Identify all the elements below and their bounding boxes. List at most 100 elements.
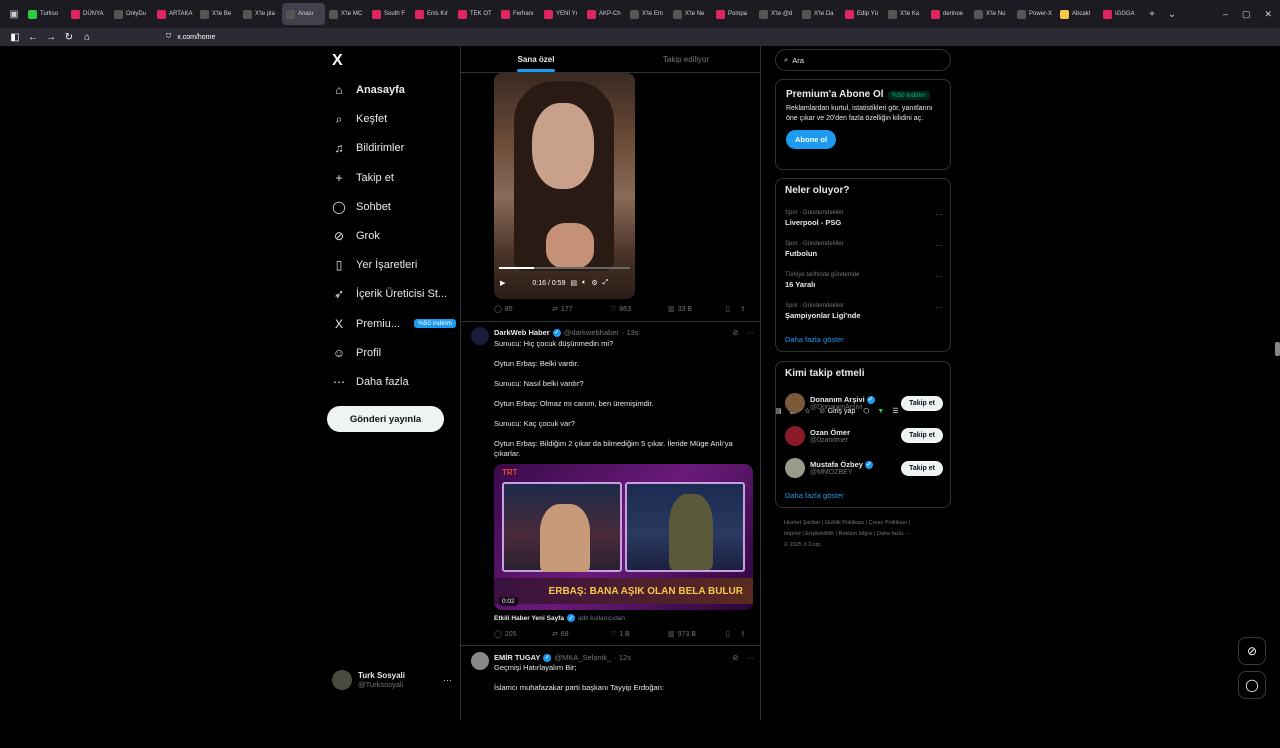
account-switcher[interactable]: Turk Sosyali @Turksosyali ··· [332, 670, 452, 690]
post-button[interactable]: Gönderi yayınla [327, 406, 444, 432]
grok-icon[interactable]: ⊘ [732, 653, 738, 662]
video-player[interactable]: ▶ 0:16 / 0:59 ▤ 🔈︎ ⚙︎ ⤢ [494, 73, 635, 299]
browser-tab[interactable]: X'te Be [196, 3, 239, 25]
share-icon[interactable]: ⇪ [740, 630, 746, 638]
browser-tab[interactable]: X'te Nu [970, 3, 1013, 25]
avatar[interactable] [785, 425, 805, 446]
trend-item[interactable]: Spor · Gündemdekiler Futbolun ··· [785, 241, 943, 258]
nav-item-rocket[interactable]: ➶ İçerik Üreticisi St... [332, 283, 447, 305]
bookmark-icon[interactable]: ▯ [726, 305, 740, 313]
browser-tab[interactable]: Edip Yü [841, 3, 884, 25]
tab-overview-icon[interactable]: ▣ [4, 9, 24, 20]
scrollbar[interactable] [1275, 342, 1280, 356]
nav-item-home[interactable]: ⌂ Anasayfa [332, 79, 405, 101]
settings-icon[interactable]: ⚙︎ [591, 279, 597, 287]
fullscreen-icon[interactable]: ⤢ [603, 279, 609, 287]
address-url[interactable]: x.com/home [177, 34, 215, 41]
browser-tab[interactable]: Power-X [1013, 3, 1056, 25]
browser-tab[interactable]: X'te Da [798, 3, 841, 25]
browser-tab[interactable]: derinoe [927, 3, 970, 25]
follow-suggestion[interactable]: Mustafa Özbey ✓ @MMOZBEY Takip et [785, 456, 943, 480]
browser-tab[interactable]: IGGGA [1099, 3, 1142, 25]
follow-suggestion[interactable]: Donanım Arşivi ✓ @DonanimArsivi Takip et [785, 391, 943, 415]
nav-item-profile[interactable]: ☺ Profil [332, 342, 381, 364]
volume-icon[interactable]: 🔈︎ [582, 279, 586, 287]
reply-button[interactable]: ◯ 205 [494, 630, 552, 639]
tab-list-icon[interactable]: ⌄ [1162, 9, 1182, 20]
grok-icon[interactable]: ⊘ [732, 328, 738, 337]
minimize-icon[interactable]: – [1223, 9, 1228, 20]
browser-tab[interactable]: Ferhanı [497, 3, 540, 25]
subscribe-button[interactable]: Abone ol [786, 130, 837, 149]
home-browser-icon[interactable]: ⌂ [78, 32, 96, 43]
x-logo[interactable]: X [332, 52, 343, 70]
browser-tab[interactable]: Anası [282, 3, 325, 25]
browser-tab[interactable]: TEK OT [454, 3, 497, 25]
tab-for-you[interactable]: Sana özel [461, 46, 611, 72]
bookmark-icon[interactable]: ▯ [726, 630, 740, 638]
browser-tab[interactable]: Pompa [712, 3, 755, 25]
back-icon[interactable]: ← [24, 32, 42, 43]
nav-item-bookmark[interactable]: ▯ Yer İşaretleri [332, 254, 418, 276]
browser-tab[interactable]: X'te pla [239, 3, 282, 25]
tweet-author-handle[interactable]: @darkwebhaber [564, 328, 619, 337]
tweet-video[interactable]: TRT ERBAŞ: BANA AŞIK OLAN BELA BULUR 0:0… [494, 464, 753, 610]
browser-tab[interactable]: DÜNYA [67, 3, 110, 25]
more-icon[interactable]: ··· [935, 272, 943, 281]
like-button[interactable]: ♡ 863 [610, 305, 668, 314]
follow-button[interactable]: Takip et [901, 395, 943, 411]
new-tab-icon[interactable]: + [1142, 9, 1162, 20]
avatar[interactable] [785, 458, 805, 478]
tweet-time[interactable]: · 12s [614, 653, 631, 662]
follow-suggestion[interactable]: Ozan Ömer @0zanomer Takip et [785, 424, 943, 448]
browser-tab[interactable]: X'te MC [325, 3, 368, 25]
sidebar-toggle-icon[interactable]: ◧ [6, 32, 24, 43]
more-icon[interactable]: ··· [747, 328, 755, 337]
reload-icon[interactable]: ↻ [60, 32, 78, 43]
nav-item-bell[interactable]: ♫ Bildirimler [332, 137, 405, 159]
trend-item[interactable]: Spor · Gündemdekiler Şampiyonlar Ligi'nde… [785, 303, 943, 320]
more-icon[interactable]: ··· [747, 653, 755, 662]
browser-tab[interactable]: X'te Em [626, 3, 669, 25]
browser-tab[interactable]: X'te Ka [884, 3, 927, 25]
views-button[interactable]: ▥ 33 B [668, 305, 726, 314]
video-progress-bar[interactable] [499, 267, 630, 269]
browser-tab[interactable]: AKP-Ch [583, 3, 626, 25]
nav-item-chat[interactable]: ◯ Sohbet [332, 196, 391, 218]
footer-line[interactable]: Hizmet Şartları | Gizlilik Politikası | … [784, 518, 944, 529]
like-button[interactable]: ♡ 1 B [610, 630, 668, 639]
browser-tab[interactable]: ARTAKA [153, 3, 196, 25]
messages-fab-icon[interactable]: ◯ [1238, 671, 1266, 699]
search-input[interactable]: ⌕ Ara [775, 49, 951, 71]
tweet-author-handle[interactable]: @MKA_Selanik_ [554, 653, 611, 662]
address-bar[interactable]: ⛉ x.com/home [166, 33, 215, 41]
browser-tab[interactable]: X'te @d [755, 3, 798, 25]
follow-button[interactable]: Takip et [901, 460, 943, 476]
footer-line[interactable]: Imprint | Erişilebilirlik | Reklam bilgi… [784, 529, 944, 540]
source-name[interactable]: Etkili Haber Yeni Sayfa [494, 615, 564, 622]
nav-item-x-premium[interactable]: X Premiu... %50 indirim [332, 313, 456, 335]
browser-tab[interactable]: Turkso [24, 3, 67, 25]
forward-icon[interactable]: → [42, 32, 60, 43]
retweet-button[interactable]: ⇄ 68 [552, 630, 610, 639]
captions-icon[interactable]: ▤ [570, 279, 577, 287]
tab-following[interactable]: Takip ediliyor [611, 46, 760, 72]
browser-tab[interactable]: Abcakl [1056, 3, 1099, 25]
browser-tab[interactable]: OnlyDu [110, 3, 153, 25]
show-more-link[interactable]: Daha fazla göster [785, 335, 844, 344]
reply-button[interactable]: ◯ 85 [494, 305, 552, 314]
avatar[interactable] [785, 393, 805, 413]
tweet-author-name[interactable]: DarkWeb Haber [494, 328, 550, 337]
avatar[interactable] [471, 652, 489, 670]
trend-item[interactable]: Türkiye tarihinde gündemde 16 Yaralı ··· [785, 272, 943, 289]
more-icon[interactable]: ··· [935, 241, 943, 250]
nav-item-more[interactable]: ⋯ Daha fazla [332, 371, 409, 393]
more-icon[interactable]: ··· [935, 303, 943, 312]
grok-fab-icon[interactable]: ⊘ [1238, 637, 1266, 665]
tweet-author-name[interactable]: EMİR TUGAY [494, 653, 540, 662]
nav-item-grok[interactable]: ⊘ Grok [332, 225, 380, 247]
share-icon[interactable]: ⇪ [740, 305, 746, 313]
follow-button[interactable]: Takip et [901, 428, 943, 443]
browser-tab[interactable]: South F [368, 3, 411, 25]
maximize-icon[interactable]: ▢ [1242, 9, 1251, 20]
